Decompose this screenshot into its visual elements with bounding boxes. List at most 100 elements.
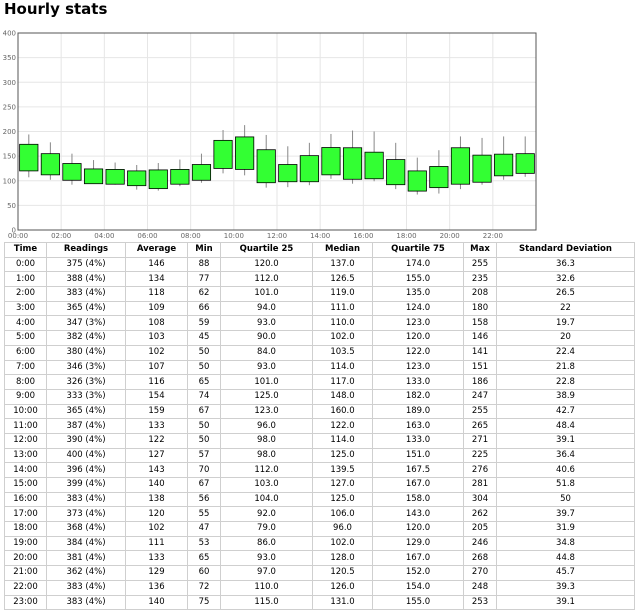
table-cell: 103	[125, 330, 188, 346]
table-cell: 60	[187, 565, 221, 581]
table-cell: 167.0	[372, 550, 464, 567]
table-cell: 112.0	[220, 462, 313, 478]
table-cell: 101.0	[220, 374, 313, 390]
x-tick-label: 16:00	[353, 232, 373, 240]
candle	[364, 131, 384, 182]
table-cell: 189.0	[372, 403, 464, 420]
candle-body	[342, 147, 363, 180]
table-cell: 88	[187, 256, 221, 273]
table-cell: 50	[187, 344, 221, 361]
table-cell: 133.0	[372, 432, 464, 449]
table-cell: 110.0	[312, 315, 373, 332]
x-tick-label: 14:00	[310, 232, 330, 240]
table-cell: 104.0	[220, 491, 313, 508]
table-cell: 79.0	[220, 521, 313, 537]
table-cell: 109	[125, 300, 188, 317]
page-title: Hourly stats	[4, 0, 108, 18]
table-cell: 146	[463, 330, 497, 346]
table-header-row: Time Readings Average Min Quartile 25 Median Q…	[4, 242, 635, 258]
table-cell: 108	[125, 315, 188, 332]
table-cell: 383 (4%)	[46, 579, 126, 596]
table-cell: 388 (4%)	[46, 271, 126, 288]
candle	[256, 134, 276, 188]
table-cell: 148.0	[312, 388, 373, 405]
table-cell: 253	[463, 594, 497, 611]
table-cell: 381 (4%)	[46, 550, 126, 567]
table-cell: 98.0	[220, 447, 313, 464]
table-cell: 45	[187, 330, 221, 346]
table-cell: 136	[125, 579, 188, 596]
table-cell: 399 (4%)	[46, 477, 126, 493]
candle-body	[105, 169, 125, 185]
table-cell: 5:00	[4, 330, 47, 346]
table-row: 17:00 373 (4%) 120 55 92.0 106.0 143.0 262 39.7	[4, 506, 635, 523]
table-cell: 347 (3%)	[46, 315, 126, 332]
table-cell: 65	[187, 374, 221, 390]
table-cell: 115.0	[220, 594, 313, 611]
candle-body	[191, 164, 212, 181]
table-cell: 42.7	[496, 403, 635, 420]
table-row: 15:00 399 (4%) 140 67 103.0 127.0 167.0 281 51.8	[4, 477, 635, 493]
table-cell: 126.0	[312, 579, 373, 596]
table-cell: 120	[125, 506, 188, 523]
table-cell: 48.4	[496, 418, 635, 434]
table-cell: 20	[496, 330, 635, 346]
candle-body	[494, 153, 514, 177]
candle-body	[40, 153, 60, 176]
table-cell: 36.3	[496, 256, 635, 273]
column-header: Readings	[46, 242, 126, 258]
table-cell: 123.0	[372, 315, 464, 332]
table-cell: 16:00	[4, 491, 47, 508]
table-cell: 208	[463, 286, 497, 302]
table-cell: 120.0	[372, 521, 464, 537]
table-cell: 326 (3%)	[46, 374, 126, 390]
table-cell: 2:00	[4, 286, 47, 302]
table-cell: 122	[125, 432, 188, 449]
table-cell: 15:00	[4, 477, 47, 493]
table-cell: 123.0	[372, 359, 464, 376]
table-cell: 101.0	[220, 286, 313, 302]
table-cell: 67	[187, 403, 221, 420]
table-cell: 7:00	[4, 359, 47, 376]
table-cell: 246	[463, 535, 497, 552]
table-cell: 31.9	[496, 521, 635, 537]
table-cell: 129	[125, 565, 188, 581]
table-row: 10:00 365 (4%) 159 67 123.0 160.0 189.0 255 42.7	[4, 403, 635, 420]
table-cell: 47	[187, 521, 221, 537]
candle	[321, 133, 341, 179]
table-cell: 65	[187, 550, 221, 567]
x-tick-label: 12:00	[267, 232, 287, 240]
table-cell: 133.0	[372, 374, 464, 390]
column-header: Time	[4, 242, 47, 258]
table-cell: 92.0	[220, 506, 313, 523]
table-cell: 375 (4%)	[46, 256, 126, 273]
table-cell: 75	[187, 594, 221, 611]
table-cell: 155.0	[372, 594, 464, 611]
table-row: 13:00 400 (4%) 127 57 98.0 125.0 151.0 225 36.4	[4, 447, 635, 464]
candle-body	[235, 136, 255, 170]
table-cell: 96.0	[312, 521, 373, 537]
table-row: 3:00 365 (4%) 109 66 94.0 111.0 124.0 180 22	[4, 300, 635, 317]
x-tick-label: 08:00	[181, 232, 201, 240]
table-cell: 1:00	[4, 271, 47, 288]
table-cell: 129.0	[372, 535, 464, 552]
table-cell: 6:00	[4, 344, 47, 361]
table-cell: 59	[187, 315, 221, 332]
candle-body	[83, 168, 104, 185]
table-cell: 39.3	[496, 579, 635, 596]
table-body: 0:00 375 (4%) 146 88 120.0 137.0 174.0 255 36.3 1…	[4, 256, 635, 611]
table-cell: 159	[125, 403, 188, 420]
table-row: 5:00 382 (4%) 103 45 90.0 102.0 120.0 146 20	[4, 330, 635, 346]
candle	[407, 157, 427, 195]
candle	[342, 130, 363, 184]
table-row: 0:00 375 (4%) 146 88 120.0 137.0 174.0 255 36.3	[4, 256, 635, 273]
table-cell: 12:00	[4, 432, 47, 449]
table-cell: 383 (4%)	[46, 491, 126, 508]
candle-body	[127, 170, 147, 187]
table-cell: 111.0	[312, 300, 373, 317]
table-cell: 103.5	[312, 344, 373, 361]
candle-body	[407, 170, 427, 192]
candle-body	[321, 147, 341, 176]
candle	[148, 163, 168, 191]
table-cell: 18:00	[4, 521, 47, 537]
